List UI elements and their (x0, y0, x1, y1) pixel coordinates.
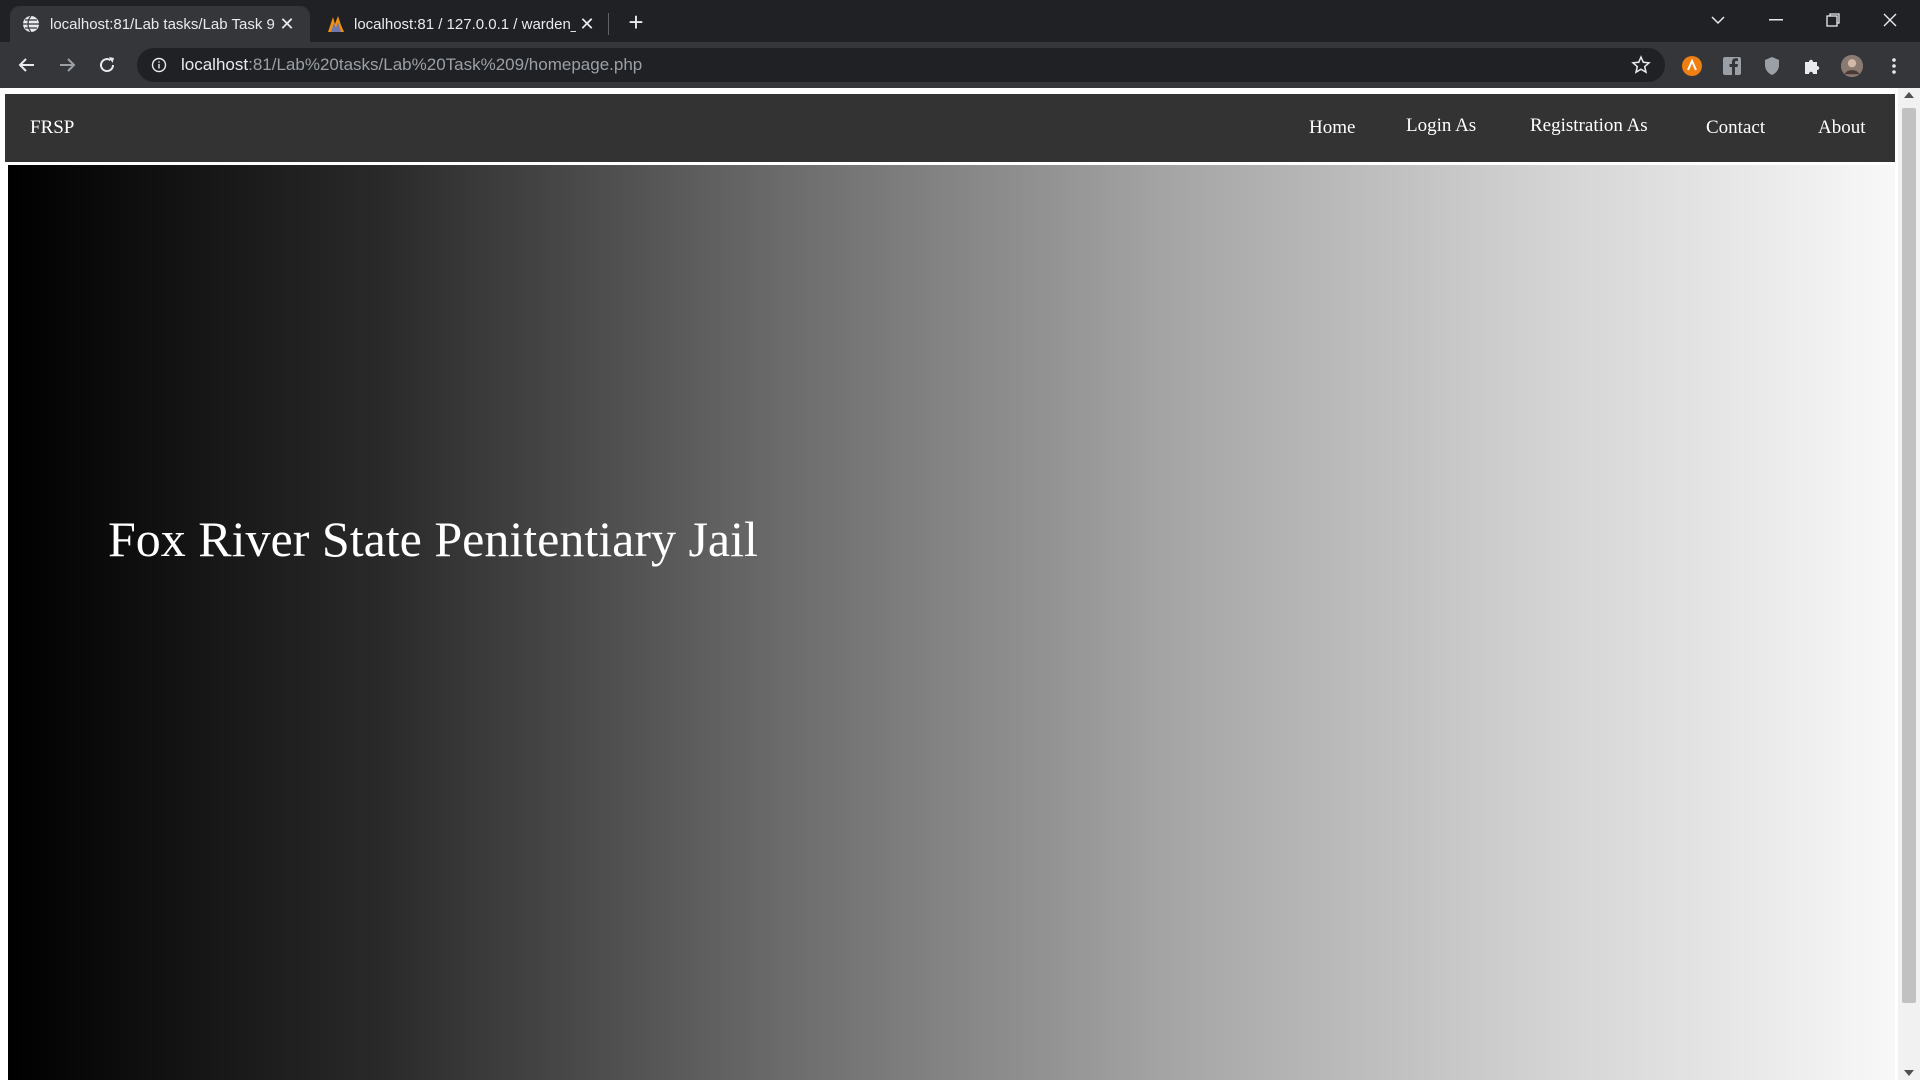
url-host: localhost (181, 55, 249, 74)
minimize-button[interactable] (1748, 0, 1804, 40)
shield-extension-icon[interactable] (1760, 54, 1784, 78)
url-text: localhost:81/Lab%20tasks/Lab%20Task%209/… (181, 55, 642, 75)
tab-title: localhost:81/Lab tasks/Lab Task 9 (50, 15, 275, 33)
nav-registration-as[interactable]: Registration As (1530, 92, 1648, 160)
close-window-button[interactable] (1862, 0, 1918, 40)
address-bar[interactable]: localhost:81/Lab%20tasks/Lab%20Task%209/… (137, 48, 1665, 82)
tab-search-icon[interactable] (1690, 0, 1746, 40)
site-navbar: FRSP Home Login As Registration As Conta… (5, 94, 1895, 162)
forward-button[interactable] (53, 51, 81, 79)
restore-button[interactable] (1805, 0, 1861, 40)
nav-home[interactable]: Home (1309, 94, 1355, 162)
url-path: :81/Lab%20tasks/Lab%20Task%209/homepage.… (248, 55, 643, 74)
nav-login-as[interactable]: Login As (1406, 92, 1476, 160)
reload-button[interactable] (93, 51, 121, 79)
tab-homepage[interactable]: localhost:81/Lab tasks/Lab Task 9 ✕ (10, 6, 310, 42)
site-info-icon[interactable] (149, 55, 169, 75)
tab-title: localhost:81 / 127.0.0.1 / warden_ (354, 15, 576, 33)
nav-about[interactable]: About (1818, 94, 1866, 162)
new-tab-button[interactable]: + (622, 7, 650, 37)
extensions-puzzle-icon[interactable] (1800, 54, 1824, 78)
scroll-thumb[interactable] (1902, 108, 1916, 1003)
page-viewport: FRSP Home Login As Registration As Conta… (0, 88, 1920, 1080)
hero-banner: Fox River State Penitentiary Jail (8, 165, 1895, 1080)
hero-title: Fox River State Penitentiary Jail (108, 511, 758, 567)
site-brand[interactable]: FRSP (30, 94, 74, 162)
bookmark-star-icon[interactable] (1631, 55, 1651, 75)
phpmyadmin-icon (326, 15, 344, 33)
facebook-extension-icon[interactable] (1720, 54, 1744, 78)
close-tab-icon[interactable]: ✕ (576, 13, 598, 35)
close-tab-icon[interactable]: ✕ (276, 13, 298, 35)
page-scrollbar[interactable] (1898, 88, 1920, 1080)
tab-phpmyadmin[interactable]: localhost:81 / 127.0.0.1 / warden_ ✕ (314, 6, 610, 42)
avast-extension-icon[interactable] (1680, 54, 1704, 78)
globe-icon (22, 15, 40, 33)
browser-tab-strip: localhost:81/Lab tasks/Lab Task 9 ✕ loca… (0, 0, 1920, 42)
tab-separator (608, 13, 609, 35)
browser-toolbar: localhost:81/Lab%20tasks/Lab%20Task%209/… (0, 42, 1920, 88)
profile-avatar[interactable] (1840, 54, 1864, 78)
scroll-down-arrow[interactable] (1904, 1070, 1914, 1076)
nav-contact[interactable]: Contact (1706, 94, 1765, 162)
browser-menu-icon[interactable] (1882, 54, 1906, 78)
back-button[interactable] (13, 51, 41, 79)
scroll-up-arrow[interactable] (1904, 92, 1914, 98)
